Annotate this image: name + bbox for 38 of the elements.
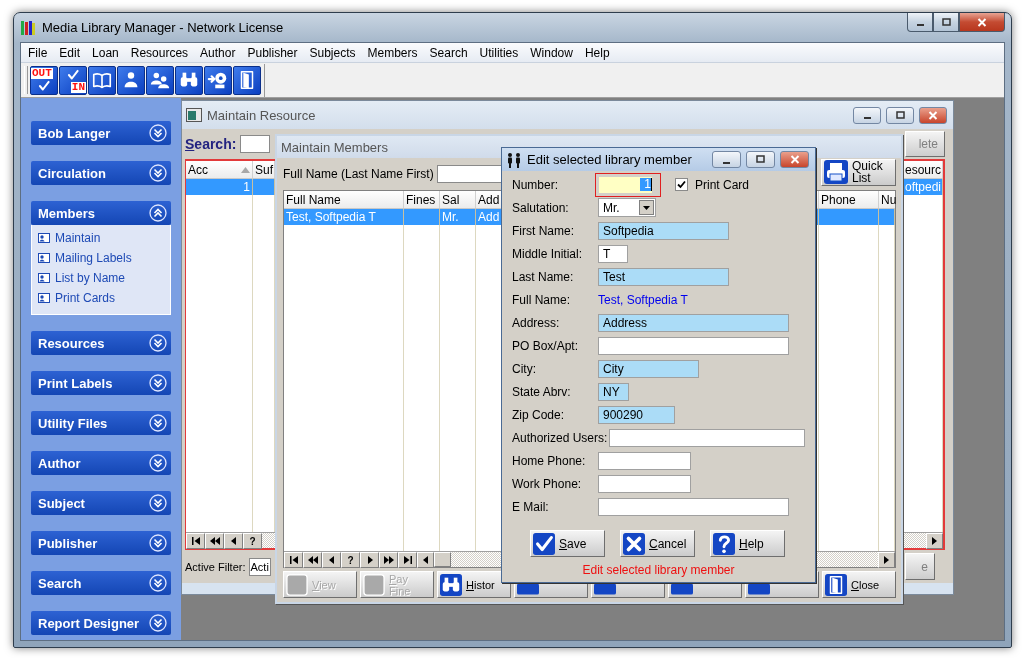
group-title: Author <box>38 455 81 471</box>
group-title: Bob Langer <box>38 125 111 141</box>
field-label: Zip Code: <box>512 407 566 422</box>
table-cell: 1 <box>186 179 253 195</box>
group-title: Subject <box>38 495 85 511</box>
group-title: Report Designer <box>38 615 140 631</box>
field-label: Authorized Users: <box>512 430 609 445</box>
field-label: Address: <box>512 315 561 330</box>
dialog-title: Edit selected library member <box>527 152 692 167</box>
group-title: Members <box>38 205 96 221</box>
search-label: Full Name (Last Name First) <box>283 167 434 181</box>
field-label: City: <box>512 361 537 376</box>
group-title: Search <box>38 575 82 591</box>
group-title: Print Labels <box>38 375 113 391</box>
group-title: Publisher <box>38 535 98 551</box>
field-label: Full Name: <box>512 292 571 307</box>
full-name-value: Test, Softpedia T <box>598 292 688 307</box>
field-label: Number: <box>512 177 559 192</box>
table-cell: Test, Softpedia T <box>284 209 404 225</box>
window-title: Maintain Members <box>281 139 388 155</box>
field-label: Last Name: <box>512 269 575 284</box>
checkbox-label: Print Card <box>695 177 750 192</box>
field-label: E Mail: <box>512 499 550 514</box>
field-label: Middle Initial: <box>512 246 584 261</box>
filter-label: Active Filter: <box>185 560 246 573</box>
group-title: Resources <box>38 335 105 351</box>
field-label: First Name: <box>512 223 575 238</box>
field-label: PO Box/Apt: <box>512 338 580 353</box>
field-label: Home Phone: <box>512 453 587 468</box>
search-label: Search: <box>185 136 237 152</box>
field-label: State Abrv: <box>512 384 572 399</box>
status-message: Edit selected library member <box>582 563 735 577</box>
group-title: Circulation <box>38 165 106 181</box>
window-title: Media Library Manager - Network License <box>42 20 284 35</box>
window-title: Maintain Resource <box>207 107 316 123</box>
table-cell: Mr. <box>440 209 476 225</box>
group-title: Utility Files <box>38 415 108 431</box>
field-label: Work Phone: <box>512 476 583 491</box>
